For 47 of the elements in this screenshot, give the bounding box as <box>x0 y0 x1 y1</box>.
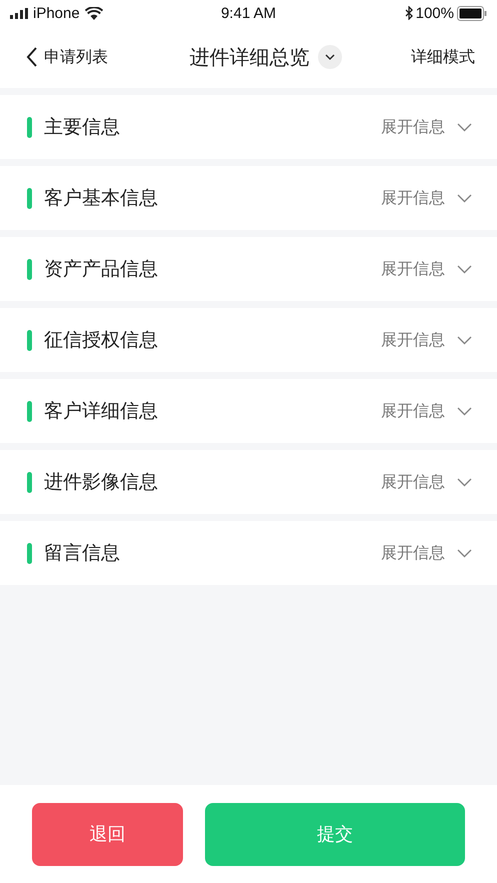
battery-percent: 100% <box>416 4 454 22</box>
chevron-down-icon <box>457 406 472 416</box>
expand-toggle[interactable]: 展开信息 <box>381 188 445 208</box>
accent-bar <box>27 330 32 350</box>
chevron-down-icon <box>457 548 472 558</box>
accent-bar <box>27 188 32 208</box>
section-card[interactable]: 进件影像信息 展开信息 <box>0 450 497 514</box>
section-card[interactable]: 留言信息 展开信息 <box>0 521 497 585</box>
accent-bar <box>27 472 32 492</box>
dropdown-icon[interactable] <box>318 45 342 69</box>
signal-icon <box>10 8 28 18</box>
back-button[interactable]: 申请列表 <box>26 46 166 68</box>
section-card[interactable]: 征信授权信息 展开信息 <box>0 308 497 372</box>
chevron-down-icon <box>457 122 472 132</box>
bluetooth-icon <box>404 6 413 20</box>
expand-toggle[interactable]: 展开信息 <box>381 400 445 422</box>
section-title: 主要信息 <box>44 115 121 140</box>
section-title: 客户基本信息 <box>44 186 159 211</box>
expand-toggle[interactable]: 展开信息 <box>381 472 445 492</box>
accent-bar <box>27 400 32 422</box>
accent-bar <box>27 258 32 280</box>
wifi-icon <box>84 6 103 20</box>
section-title: 进件影像信息 <box>44 470 159 495</box>
chevron-down-icon <box>457 264 472 274</box>
expand-toggle[interactable]: 展开信息 <box>381 542 445 564</box>
expand-toggle[interactable]: 展开信息 <box>381 330 445 350</box>
page-title: 进件详细总览 <box>190 44 310 70</box>
expand-toggle[interactable]: 展开信息 <box>381 258 445 280</box>
back-icon <box>26 47 38 67</box>
accent-bar <box>27 116 32 138</box>
section-card[interactable]: 客户详细信息 展开信息 <box>0 379 497 443</box>
section-card[interactable]: 资产产品信息 展开信息 <box>0 237 497 301</box>
detail-mode-button[interactable]: 详细模式 <box>365 46 475 68</box>
section-title: 客户详细信息 <box>44 399 159 424</box>
section-title: 资产产品信息 <box>44 257 159 282</box>
status-time: 9:41 AM <box>220 4 276 22</box>
section-title: 留言信息 <box>44 541 121 566</box>
section-card[interactable]: 客户基本信息 展开信息 <box>0 166 497 230</box>
carrier-name: iPhone <box>33 4 80 22</box>
section-title: 征信授权信息 <box>44 328 159 353</box>
chevron-down-icon <box>457 478 472 486</box>
section-card[interactable]: 主要信息 展开信息 <box>0 95 497 159</box>
accent-bar <box>27 542 32 564</box>
expand-toggle[interactable]: 展开信息 <box>381 116 445 138</box>
chevron-down-icon <box>457 194 472 202</box>
chevron-down-icon <box>457 336 472 344</box>
battery-icon <box>456 6 487 20</box>
